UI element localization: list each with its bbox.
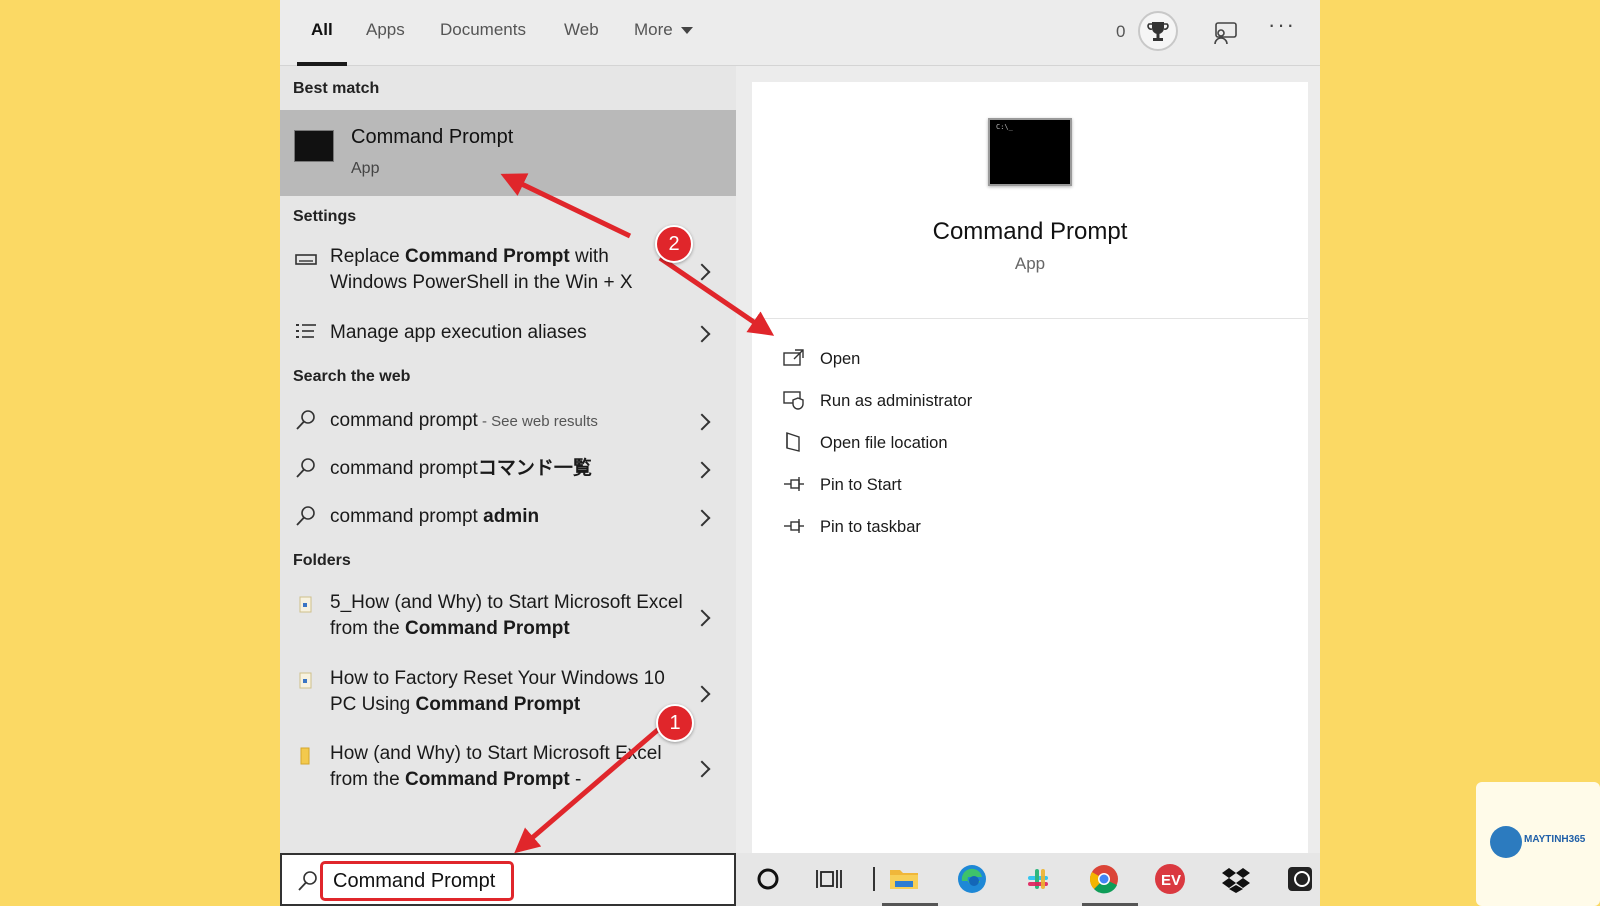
action-pin-to-taskbar[interactable]: Pin to taskbar xyxy=(782,512,1182,542)
section-best-match: Best match xyxy=(293,80,380,97)
section-search-web: Search the web xyxy=(293,368,411,385)
action-run-as-admin[interactable]: Run as administrator xyxy=(782,386,1182,416)
tab-more-label: More xyxy=(634,20,673,39)
taskbar: EV xyxy=(736,853,1320,906)
chevron-right-icon[interactable] xyxy=(693,413,711,431)
callout-one: 1 xyxy=(656,704,694,742)
chevron-right-icon[interactable] xyxy=(693,509,711,527)
windows-search-window: All Apps Documents Web More 0 ··· Best m… xyxy=(280,0,1320,906)
search-icon xyxy=(296,458,315,478)
folder-result[interactable]: 5_How (and Why) to Start Microsoft Excel… xyxy=(280,590,736,648)
web-result-command-list[interactable]: command promptコマンド一覧 xyxy=(280,454,736,488)
web-result-label: command prompt admin xyxy=(330,506,540,527)
preview-subtitle: App xyxy=(1014,254,1046,273)
setting-manage-aliases[interactable]: Manage app execution aliases xyxy=(280,318,736,352)
web-result-command-prompt[interactable]: command prompt - See web results xyxy=(280,406,736,440)
command-prompt-icon xyxy=(988,118,1072,186)
best-match-title: Command Prompt xyxy=(351,126,514,148)
callout-two: 2 xyxy=(655,225,693,263)
chevron-right-icon[interactable] xyxy=(693,461,711,479)
setting-manage-aliases-label: Manage app execution aliases xyxy=(330,322,587,343)
chevron-right-icon[interactable] xyxy=(693,263,711,281)
web-result-label: command promptコマンド一覧 xyxy=(330,458,592,479)
tab-apps[interactable]: Apps xyxy=(366,20,405,66)
search-box[interactable] xyxy=(280,853,736,906)
pin-icon xyxy=(784,477,804,491)
watermark: MAYTINH365 xyxy=(1476,782,1600,906)
web-result-label: command prompt - See web results xyxy=(330,410,598,431)
folder-icon xyxy=(300,747,310,765)
search-icon xyxy=(296,410,315,430)
expressvpn-icon[interactable]: EV xyxy=(1152,861,1188,897)
best-match-result[interactable]: Command Prompt App xyxy=(280,110,736,196)
action-pin-to-taskbar-label: Pin to taskbar xyxy=(820,518,921,536)
setting-replace-label: Replace Command Prompt with Windows Powe… xyxy=(330,246,633,293)
points-count: 0 xyxy=(1116,22,1126,41)
action-open-file-location[interactable]: Open file location xyxy=(782,428,1182,458)
folder-result-label: How to Factory Reset Your Windows 10 PC … xyxy=(330,668,665,715)
document-icon xyxy=(299,596,312,613)
divider xyxy=(752,318,1308,319)
chevron-right-icon[interactable] xyxy=(693,609,711,627)
cortana-icon[interactable] xyxy=(750,861,786,897)
caret-down-icon xyxy=(680,27,693,35)
tab-more[interactable]: More xyxy=(634,20,693,66)
chevron-right-icon[interactable] xyxy=(693,760,711,778)
edge-icon[interactable] xyxy=(954,861,990,897)
preview-panel: Command Prompt App Open Run as administr… xyxy=(752,82,1308,853)
folder-result[interactable]: How (and Why) to Start Microsoft Excel f… xyxy=(280,741,736,799)
search-icon xyxy=(296,506,315,526)
search-icon xyxy=(298,871,317,891)
task-view-icon[interactable] xyxy=(812,861,848,897)
action-pin-to-start-label: Pin to Start xyxy=(820,476,902,494)
document-icon xyxy=(299,672,312,689)
tab-documents[interactable]: Documents xyxy=(440,20,526,66)
keyboard-icon xyxy=(295,254,317,265)
more-options-icon[interactable]: ··· xyxy=(1268,12,1296,38)
watermark-brand: MAYTINH365 xyxy=(1524,834,1586,845)
folder-result-label: 5_How (and Why) to Start Microsoft Excel… xyxy=(330,592,683,639)
pin-icon xyxy=(784,519,804,533)
dropbox-icon[interactable] xyxy=(1218,861,1254,897)
chevron-right-icon[interactable] xyxy=(693,325,711,343)
search-input[interactable] xyxy=(320,861,514,901)
command-prompt-icon xyxy=(294,130,334,162)
file-location-icon xyxy=(786,432,800,452)
action-open[interactable]: Open xyxy=(782,344,1182,374)
action-open-label: Open xyxy=(820,350,861,368)
chrome-icon[interactable] xyxy=(1086,861,1122,897)
brand-logo-icon xyxy=(1490,826,1522,858)
tab-all[interactable]: All xyxy=(297,20,347,66)
list-icon xyxy=(296,324,316,338)
preview-title: Command Prompt xyxy=(932,218,1128,245)
web-result-admin[interactable]: command prompt admin xyxy=(280,502,736,536)
shield-icon xyxy=(783,391,804,410)
trophy-icon[interactable] xyxy=(1138,11,1178,51)
svg-text:EV: EV xyxy=(1161,872,1181,889)
feedback-icon[interactable] xyxy=(1210,18,1240,48)
file-explorer-icon[interactable] xyxy=(886,861,922,897)
open-icon xyxy=(783,349,804,366)
app-icon[interactable] xyxy=(1282,861,1318,897)
action-open-file-location-label: Open file location xyxy=(820,434,948,452)
folder-result-label: How (and Why) to Start Microsoft Excel f… xyxy=(330,743,662,790)
action-run-as-admin-label: Run as administrator xyxy=(820,392,973,410)
search-tab-bar: All Apps Documents Web More 0 ··· xyxy=(280,0,1320,66)
slack-icon[interactable] xyxy=(1020,861,1056,897)
best-match-subtitle: App xyxy=(351,160,380,177)
chevron-right-icon[interactable] xyxy=(693,685,711,703)
section-settings: Settings xyxy=(293,208,357,225)
action-pin-to-start[interactable]: Pin to Start xyxy=(782,470,1182,500)
tab-web[interactable]: Web xyxy=(564,20,599,66)
section-folders: Folders xyxy=(293,552,351,569)
